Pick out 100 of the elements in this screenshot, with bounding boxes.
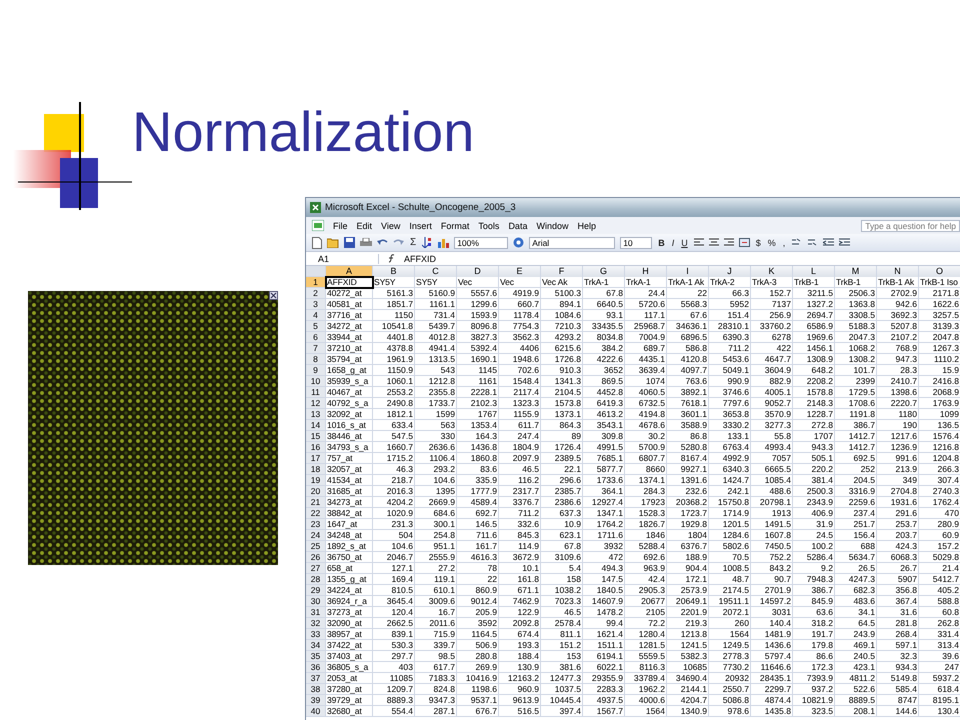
row-header[interactable]: 40	[306, 706, 326, 717]
indent-icon[interactable]	[839, 238, 850, 247]
folder-icon[interactable]	[327, 238, 339, 248]
menu-item[interactable]: Data	[508, 220, 528, 230]
zoom-dropdown[interactable]: 100%	[454, 236, 508, 248]
row-header[interactable]: 2	[306, 288, 326, 299]
row-header[interactable]: 10	[306, 376, 326, 387]
row-header[interactable]: 11	[306, 387, 326, 398]
row-header[interactable]: 13	[306, 409, 326, 420]
function-icon[interactable]	[387, 254, 397, 263]
row-header[interactable]: 22	[306, 508, 326, 519]
row-header[interactable]: 4	[306, 310, 326, 321]
number-format-button[interactable]: %	[766, 238, 777, 248]
row-header[interactable]: 12	[306, 398, 326, 409]
align-right-icon[interactable]	[724, 238, 734, 247]
menu-item[interactable]: Help	[577, 220, 596, 230]
table-cell: TrkB-1 Iso	[919, 277, 960, 288]
row-header[interactable]: 39	[306, 695, 326, 706]
row-header[interactable]: 32	[306, 618, 326, 629]
row-header[interactable]: 38	[306, 684, 326, 695]
close-icon[interactable]	[269, 291, 278, 300]
format-button[interactable]: U	[680, 238, 689, 248]
increase-decimal-icon[interactable]	[791, 238, 802, 247]
row-header[interactable]: 1	[306, 277, 326, 288]
format-button[interactable]: B	[657, 238, 666, 248]
column-header[interactable]: B	[373, 266, 415, 278]
table-cell: 2490.8	[373, 398, 415, 409]
align-left-icon[interactable]	[694, 238, 704, 247]
decrease-decimal-icon[interactable]	[807, 238, 818, 247]
row-header[interactable]: 27	[306, 563, 326, 574]
workbook-icon[interactable]	[312, 220, 324, 231]
row-header[interactable]: 6	[306, 332, 326, 343]
column-header[interactable]: J	[709, 266, 751, 278]
menu-item[interactable]: Window	[536, 220, 568, 230]
row-header[interactable]: 14	[306, 420, 326, 431]
row-header[interactable]: 21	[306, 497, 326, 508]
row-header[interactable]: 23	[306, 519, 326, 530]
row-header[interactable]: 28	[306, 574, 326, 585]
row-header[interactable]: 36	[306, 662, 326, 673]
menu-item[interactable]: Format	[440, 220, 470, 230]
table-cell: 2299.7	[751, 684, 793, 695]
row-header[interactable]: 25	[306, 541, 326, 552]
row-header[interactable]: 19	[306, 475, 326, 486]
row-header[interactable]: 31	[306, 607, 326, 618]
format-button[interactable]: I	[670, 238, 676, 248]
row-header[interactable]: 5	[306, 321, 326, 332]
column-header[interactable]: M	[835, 266, 877, 278]
menu-item[interactable]: Insert	[409, 220, 432, 230]
row-header[interactable]: 9	[306, 365, 326, 376]
undo-icon[interactable]	[377, 238, 388, 247]
column-header[interactable]: H	[625, 266, 667, 278]
column-header[interactable]: K	[751, 266, 793, 278]
new-document-icon[interactable]	[312, 236, 322, 248]
menu-item[interactable]: Edit	[356, 220, 372, 230]
row-header[interactable]: 20	[306, 486, 326, 497]
help-search-field[interactable]: Type a question for help	[861, 220, 960, 232]
table-cell: 8034.8	[583, 332, 625, 343]
column-header[interactable]: F	[541, 266, 583, 278]
row-header[interactable]: 37	[306, 673, 326, 684]
column-header[interactable]: O	[919, 266, 960, 278]
print-icon[interactable]	[360, 238, 372, 248]
name-box[interactable]: A1	[306, 254, 379, 264]
row-header[interactable]: 26	[306, 552, 326, 563]
column-header[interactable]: G	[583, 266, 625, 278]
row-header[interactable]: 29	[306, 585, 326, 596]
font-dropdown[interactable]: Arial	[529, 236, 616, 248]
redo-icon[interactable]	[393, 238, 404, 247]
formula-field[interactable]: AFFXID	[402, 254, 436, 264]
row-header[interactable]: 18	[306, 464, 326, 475]
column-header[interactable]: N	[877, 266, 919, 278]
number-format-button[interactable]: ,	[782, 238, 786, 248]
column-header[interactable]: E	[499, 266, 541, 278]
row-header[interactable]: 3	[306, 299, 326, 310]
menu-item[interactable]: Tools	[478, 220, 500, 230]
column-header[interactable]: C	[415, 266, 457, 278]
row-header[interactable]: 24	[306, 530, 326, 541]
column-header[interactable]: D	[457, 266, 499, 278]
table-cell: 240.5	[835, 651, 877, 662]
row-header[interactable]: 34	[306, 640, 326, 651]
align-center-icon[interactable]	[708, 238, 719, 247]
row-header[interactable]: 8	[306, 354, 326, 365]
row-header[interactable]: 7	[306, 343, 326, 354]
column-header[interactable]: L	[793, 266, 835, 278]
outdent-icon[interactable]	[823, 238, 834, 247]
row-header[interactable]: 15	[306, 431, 326, 442]
row-header[interactable]: 30	[306, 596, 326, 607]
merge-cells-icon[interactable]	[738, 238, 750, 247]
autosum-button[interactable]: Σ	[409, 237, 418, 248]
menu-item[interactable]: File	[333, 220, 348, 230]
row-header[interactable]: 17	[306, 453, 326, 464]
chart-icon[interactable]	[437, 237, 450, 248]
column-header[interactable]: I	[667, 266, 709, 278]
row-header[interactable]: 33	[306, 629, 326, 640]
menu-item[interactable]: View	[381, 220, 400, 230]
sort-icon[interactable]	[422, 237, 432, 248]
number-format-button[interactable]: $	[754, 238, 762, 248]
font-size-dropdown[interactable]: 10	[620, 236, 652, 248]
save-icon[interactable]	[344, 237, 355, 248]
row-header[interactable]: 16	[306, 442, 326, 453]
row-header[interactable]: 35	[306, 651, 326, 662]
